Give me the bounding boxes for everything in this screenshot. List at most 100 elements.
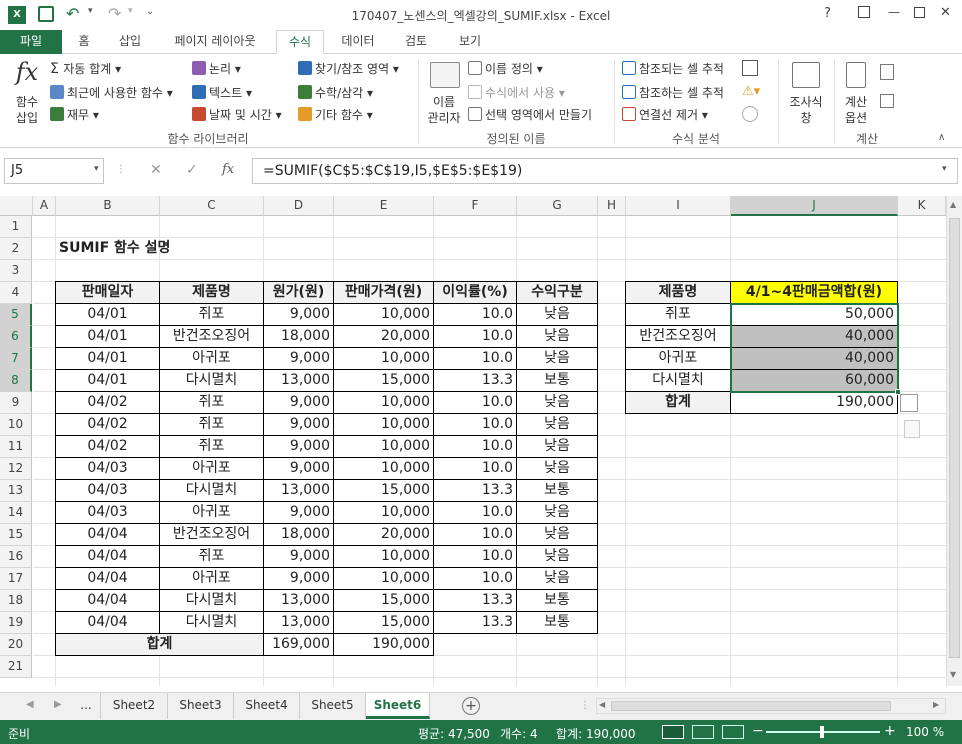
table-header[interactable]: 판매가격(원) bbox=[333, 281, 434, 304]
total-label[interactable]: 합계 bbox=[55, 633, 264, 656]
table-cell[interactable]: 04/03 bbox=[55, 501, 160, 524]
summary-amount[interactable]: 40,000 bbox=[730, 325, 898, 348]
table-cell[interactable]: 04/01 bbox=[55, 369, 160, 392]
table-cell[interactable]: 04/04 bbox=[55, 589, 160, 612]
summary-amount[interactable]: 40,000 bbox=[730, 347, 898, 370]
row-header-19[interactable]: 19 bbox=[0, 612, 32, 634]
table-cell[interactable]: 04/04 bbox=[55, 611, 160, 634]
summary-total-label[interactable]: 합계 bbox=[625, 391, 731, 414]
name-box[interactable]: J5 bbox=[4, 158, 104, 184]
table-cell[interactable]: 20,000 bbox=[333, 523, 434, 546]
table-cell[interactable]: 낮음 bbox=[516, 325, 598, 348]
summary-product[interactable]: 아귀포 bbox=[625, 347, 731, 370]
table-cell[interactable]: 낮음 bbox=[516, 545, 598, 568]
more-functions-button[interactable]: 기타 함수 ▾ bbox=[298, 106, 373, 123]
column-header-a[interactable]: A bbox=[33, 196, 56, 216]
tab-page-layout[interactable]: 페이지 레이아웃 bbox=[160, 30, 270, 54]
total-price[interactable]: 190,000 bbox=[333, 633, 434, 656]
collapse-ribbon-icon[interactable]: ∧ bbox=[938, 132, 945, 143]
table-cell[interactable]: 10,000 bbox=[333, 435, 434, 458]
math-button[interactable]: 수학/삼각 ▾ bbox=[298, 84, 373, 101]
sheet-tab-sheet5[interactable]: Sheet5 bbox=[300, 693, 366, 719]
table-cell[interactable]: 10.0 bbox=[433, 391, 517, 414]
table-cell[interactable]: 04/04 bbox=[55, 545, 160, 568]
row-header-16[interactable]: 16 bbox=[0, 546, 32, 568]
row-header-13[interactable]: 13 bbox=[0, 480, 32, 502]
use-in-formula-button[interactable]: 수식에서 사용 ▾ bbox=[468, 84, 565, 101]
row-header-8[interactable]: 8 bbox=[0, 370, 32, 392]
table-cell[interactable]: 04/02 bbox=[55, 435, 160, 458]
row-header-21[interactable]: 21 bbox=[0, 656, 32, 678]
enter-icon[interactable]: ✓ bbox=[186, 162, 198, 178]
row-header-15[interactable]: 15 bbox=[0, 524, 32, 546]
show-formulas-icon[interactable] bbox=[742, 60, 758, 76]
table-cell[interactable]: 18,000 bbox=[263, 523, 334, 546]
add-sheet-icon[interactable]: + bbox=[462, 697, 480, 715]
table-cell[interactable]: 쥐포 bbox=[159, 303, 264, 326]
table-cell[interactable]: 13,000 bbox=[263, 369, 334, 392]
error-checking-icon[interactable]: ⚠▾ bbox=[742, 84, 760, 99]
table-cell[interactable]: 04/02 bbox=[55, 413, 160, 436]
table-cell[interactable]: 13,000 bbox=[263, 589, 334, 612]
row-header-5[interactable]: 5 bbox=[0, 304, 32, 326]
page-layout-view-icon[interactable] bbox=[692, 725, 714, 739]
table-header[interactable]: 제품명 bbox=[159, 281, 264, 304]
table-cell[interactable]: 15,000 bbox=[333, 611, 434, 634]
expand-formula-icon[interactable]: ▾ bbox=[942, 164, 947, 174]
total-cost[interactable]: 169,000 bbox=[263, 633, 334, 656]
help-button[interactable]: ? bbox=[824, 6, 831, 21]
calculate-now-icon[interactable] bbox=[880, 64, 894, 80]
close-button[interactable]: ✕ bbox=[940, 5, 951, 20]
table-cell[interactable]: 9,000 bbox=[263, 457, 334, 480]
row-header-17[interactable]: 17 bbox=[0, 568, 32, 590]
summary-header[interactable]: 4/1~4판매금액합(원) bbox=[730, 281, 898, 304]
column-header-c[interactable]: C bbox=[160, 196, 264, 216]
split-handle-icon[interactable]: ⋮ bbox=[580, 700, 590, 711]
table-cell[interactable]: 반건조오징어 bbox=[159, 523, 264, 546]
scroll-up-icon[interactable]: ▲ bbox=[950, 200, 956, 209]
zoom-level[interactable]: 100 % bbox=[906, 725, 944, 739]
insert-function-button[interactable]: 함수 삽입 bbox=[10, 94, 44, 126]
table-cell[interactable]: 쥐포 bbox=[159, 413, 264, 436]
table-cell[interactable]: 10,000 bbox=[333, 391, 434, 414]
row-header-4[interactable]: 4 bbox=[0, 282, 32, 304]
table-cell[interactable]: 10.0 bbox=[433, 435, 517, 458]
evaluate-formula-icon[interactable] bbox=[742, 106, 758, 122]
table-cell[interactable]: 보통 bbox=[516, 611, 598, 634]
row-header-14[interactable]: 14 bbox=[0, 502, 32, 524]
row-header-12[interactable]: 12 bbox=[0, 458, 32, 480]
sheet-tab-sheet6[interactable]: Sheet6 bbox=[366, 693, 430, 719]
column-header-e[interactable]: E bbox=[334, 196, 434, 216]
table-cell[interactable]: 쥐포 bbox=[159, 435, 264, 458]
sheet-tab-sheet2[interactable]: Sheet2 bbox=[100, 693, 168, 719]
column-header-i[interactable]: I bbox=[626, 196, 731, 216]
paste-options-icon[interactable] bbox=[904, 420, 920, 438]
summary-product[interactable]: 다시멸치 bbox=[625, 369, 731, 392]
minimize-button[interactable]: — bbox=[888, 5, 900, 19]
table-cell[interactable]: 10,000 bbox=[333, 303, 434, 326]
tab-view[interactable]: 보기 bbox=[446, 30, 494, 54]
logical-button[interactable]: 논리 ▾ bbox=[192, 60, 241, 77]
column-header-g[interactable]: G bbox=[517, 196, 598, 216]
table-cell[interactable]: 다시멸치 bbox=[159, 479, 264, 502]
remove-arrows-button[interactable]: 연결선 제거 ▾ bbox=[622, 106, 708, 123]
table-cell[interactable]: 13,000 bbox=[263, 611, 334, 634]
table-cell[interactable]: 10,000 bbox=[333, 347, 434, 370]
row-header-7[interactable]: 7 bbox=[0, 348, 32, 370]
calculation-options-button[interactable]: 계산 옵션 bbox=[836, 94, 876, 126]
table-cell[interactable]: 보통 bbox=[516, 589, 598, 612]
table-header[interactable]: 원가(원) bbox=[263, 281, 334, 304]
table-cell[interactable]: 보통 bbox=[516, 369, 598, 392]
summary-product[interactable]: 반건조오징어 bbox=[625, 325, 731, 348]
table-cell[interactable]: 13.3 bbox=[433, 479, 517, 502]
row-header-18[interactable]: 18 bbox=[0, 590, 32, 612]
vertical-scrollbar[interactable]: ▲ ▼ bbox=[946, 196, 962, 686]
table-cell[interactable]: 9,000 bbox=[263, 347, 334, 370]
summary-header[interactable]: 제품명 bbox=[625, 281, 731, 304]
table-cell[interactable]: 13.3 bbox=[433, 369, 517, 392]
trace-dependents-button[interactable]: 참조하는 셀 추적 bbox=[622, 84, 724, 101]
table-cell[interactable]: 15,000 bbox=[333, 369, 434, 392]
next-sheet-icon[interactable]: ▶ bbox=[54, 699, 62, 710]
table-cell[interactable]: 낮음 bbox=[516, 347, 598, 370]
column-header-h[interactable]: H bbox=[598, 196, 626, 216]
